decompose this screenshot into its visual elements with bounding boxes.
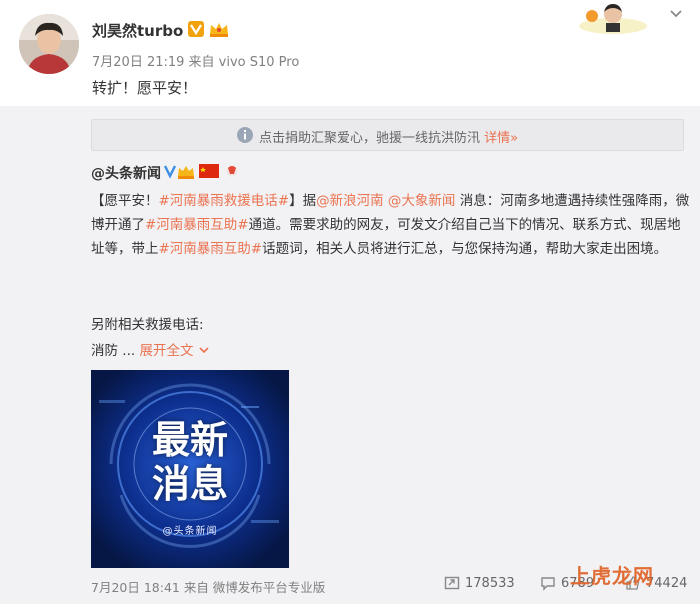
body-text-6: 话题词，相关人员将进行汇总，与您保持沟通，帮助大家走出困境。: [262, 241, 668, 257]
repost-button[interactable]: 178533: [444, 575, 515, 595]
mention-link[interactable]: @新浪河南: [316, 193, 384, 209]
mention-link[interactable]: @大象新闻: [388, 193, 456, 209]
news-image-title: 最新 消息: [91, 418, 289, 506]
post-meta: 7月20日 21:19 来自 vivo S10 Pro: [92, 55, 300, 70]
body-text-2: 】据: [289, 193, 317, 209]
news-image-caption: @头条新闻: [162, 526, 218, 537]
info-icon: [237, 127, 253, 143]
chevron-down-icon: [199, 347, 209, 354]
notice-message: 点击捐助汇聚爱心，驰援一线抗洪防汛: [259, 131, 481, 146]
repost-icon: [444, 576, 460, 590]
topic-link[interactable]: #河南暴雨互助#: [145, 217, 249, 233]
notice-details-link[interactable]: 详情»: [484, 131, 518, 146]
repost-meta: 7月20日 18:41 来自 微博发布平台专业版: [91, 580, 326, 595]
news-image[interactable]: 最新 消息 @头条新闻: [91, 370, 289, 568]
username[interactable]: 刘昊然turbo: [92, 20, 183, 41]
topic-link[interactable]: #河南暴雨互助#: [159, 241, 263, 257]
extra-line: 另附相关救援电话:: [91, 317, 204, 333]
post-content: 转扩！愿平安！: [92, 79, 198, 97]
body-text-1: 【愿平安！: [91, 193, 159, 209]
chevron-down-icon[interactable]: [668, 8, 684, 20]
expand-label[interactable]: 展开全文: [139, 343, 193, 359]
profile-decoration-icon: [579, 4, 647, 34]
expand-full-text-link[interactable]: 展开全文: [139, 343, 209, 359]
repost-count: 178533: [465, 576, 515, 591]
news-title-line-1: 最新: [151, 418, 228, 462]
verified-badge-icon: [188, 21, 204, 37]
crown-icon: [210, 23, 228, 37]
author-badges-icon: [164, 164, 238, 179]
extra-prefix-line: 消防 ... 展开全文: [91, 339, 210, 359]
notice-text: 点击捐助汇聚爱心，驰援一线抗洪防汛 详情»: [259, 127, 518, 146]
repost-body: 【愿平安！#河南暴雨救援电话#】据@新浪河南 @大象新闻 消息：河南多地遭遇持续…: [91, 189, 691, 261]
comment-icon: [541, 577, 555, 591]
watermark: 上虎龙网: [570, 564, 654, 588]
topic-link[interactable]: #河南暴雨救援电话#: [159, 193, 290, 209]
news-title-line-2: 消息: [151, 462, 228, 506]
extra-prefix: 消防 ...: [91, 343, 136, 359]
avatar[interactable]: [19, 14, 79, 74]
original-author[interactable]: @头条新闻: [91, 163, 161, 183]
